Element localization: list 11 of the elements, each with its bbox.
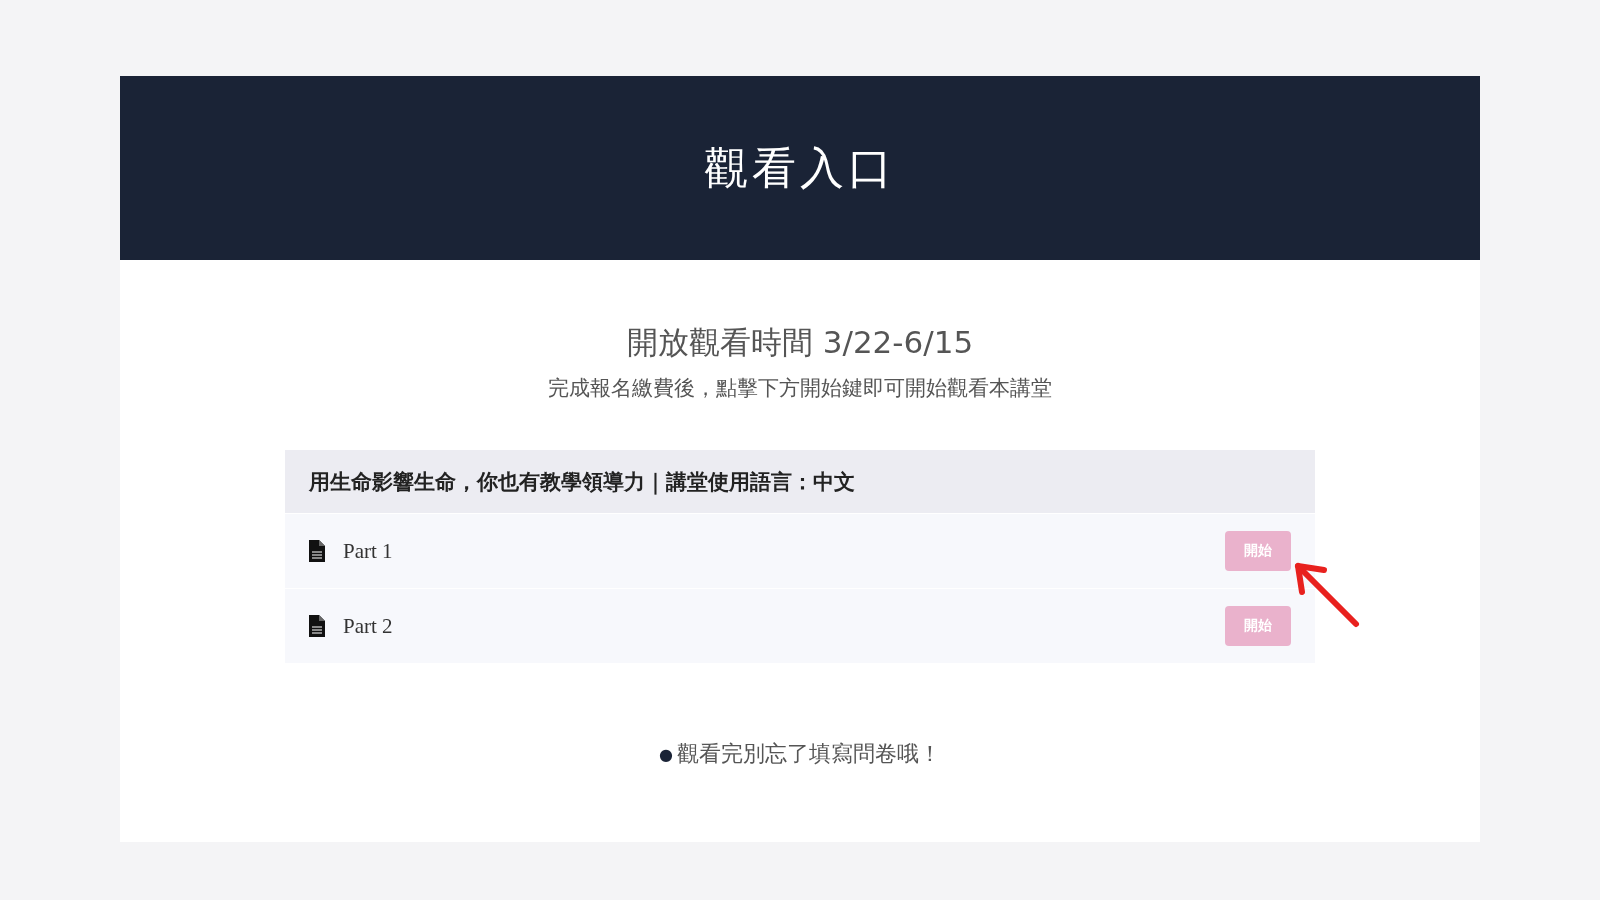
instruction-text: 完成報名繳費後，點擊下方開始鍵即可開始觀看本講堂 — [548, 375, 1052, 402]
bullet: ● — [659, 744, 673, 764]
part-label: Part 2 — [343, 613, 394, 639]
arrow-annotation — [1292, 560, 1362, 630]
page-title: 觀看入口 — [704, 140, 896, 195]
course-title: 用生命影響生命，你也有教學領導力｜講堂使用語言：中文 — [285, 450, 1315, 513]
part-label: Part 1 — [343, 538, 394, 564]
document-icon — [309, 540, 325, 562]
reminder-text: 觀看完別忘了填寫問卷哦！ — [677, 740, 941, 768]
viewing-period-title: 開放觀看時間 3/22-6/15 — [626, 323, 974, 362]
document-icon — [309, 615, 325, 637]
